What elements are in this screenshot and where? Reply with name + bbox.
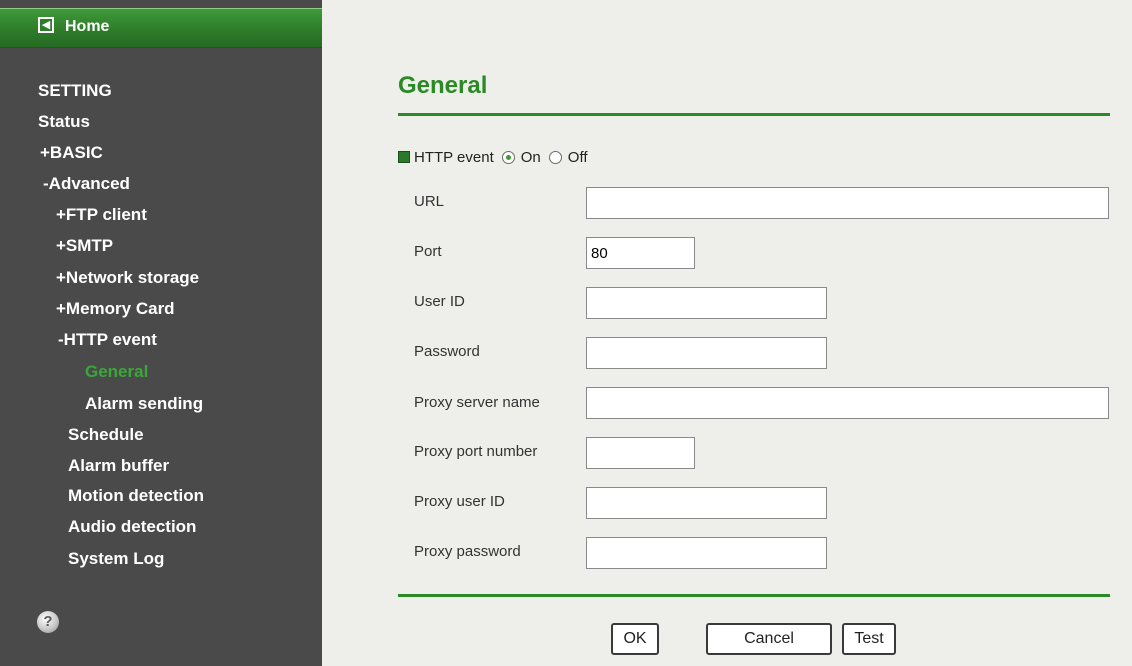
user-id-input[interactable]: [586, 287, 827, 319]
cancel-button[interactable]: Cancel: [706, 623, 832, 655]
nav-basic[interactable]: +BASIC: [40, 143, 103, 163]
nav-schedule[interactable]: Schedule: [68, 425, 144, 445]
nav-setting-heading: SETTING: [38, 81, 112, 100]
nav-alarm-buffer[interactable]: Alarm buffer: [68, 456, 169, 476]
nav-general[interactable]: General: [85, 362, 148, 382]
http-event-off-radio[interactable]: [548, 150, 562, 164]
nav-status[interactable]: Status: [38, 112, 90, 132]
port-label: Port: [414, 243, 442, 260]
proxy-user-id-input[interactable]: [586, 487, 827, 519]
proxy-password-input[interactable]: [586, 537, 827, 569]
nav-memory-card[interactable]: +Memory Card: [56, 299, 175, 319]
nav-ftp-client[interactable]: +FTP client: [56, 205, 147, 225]
nav-system-log[interactable]: System Log: [68, 549, 164, 569]
proxy-password-label: Proxy password: [414, 543, 521, 560]
page-title: General: [398, 72, 488, 99]
home-label: Home: [65, 18, 110, 35]
nav-alarm-sending[interactable]: Alarm sending: [85, 394, 203, 414]
http-event-on-radio[interactable]: [501, 150, 515, 164]
footer-divider: [398, 594, 1110, 597]
http-event-on-label: On: [520, 148, 541, 166]
password-input[interactable]: [586, 337, 827, 369]
ok-button[interactable]: OK: [611, 623, 659, 655]
url-label: URL: [414, 193, 445, 210]
home-link[interactable]: ◀ Home: [0, 8, 322, 48]
proxy-server-name-label: Proxy server name: [414, 394, 540, 411]
back-arrow-icon: ◀: [38, 17, 54, 33]
http-event-off-label: Off: [567, 148, 588, 166]
proxy-server-name-input[interactable]: [586, 387, 1109, 419]
test-button[interactable]: Test: [842, 623, 896, 655]
nav-advanced[interactable]: -Advanced: [43, 174, 130, 194]
nav-smtp[interactable]: +SMTP: [56, 236, 113, 256]
url-input[interactable]: [586, 187, 1109, 219]
sidebar: ◀ Home SETTING Status +BASIC -Advanced +…: [0, 0, 322, 666]
section-bullet-icon: [398, 151, 410, 163]
password-label: Password: [414, 343, 480, 360]
nav-motion-detection[interactable]: Motion detection: [68, 486, 204, 506]
user-id-label: User ID: [414, 293, 465, 310]
proxy-user-id-label: Proxy user ID: [414, 493, 505, 510]
port-input[interactable]: [586, 237, 695, 269]
main-panel: General HTTP event On Off URL Port User …: [322, 0, 1132, 666]
nav-audio-detection[interactable]: Audio detection: [68, 517, 196, 537]
help-icon[interactable]: ?: [37, 611, 59, 633]
title-divider: [398, 113, 1110, 116]
nav-network-storage[interactable]: +Network storage: [56, 268, 199, 288]
proxy-port-number-input[interactable]: [586, 437, 695, 469]
http-event-row: HTTP event On Off: [398, 146, 588, 168]
http-event-label: HTTP event: [414, 148, 494, 166]
nav-http-event[interactable]: -HTTP event: [58, 330, 157, 350]
proxy-port-number-label: Proxy port number: [414, 443, 538, 460]
